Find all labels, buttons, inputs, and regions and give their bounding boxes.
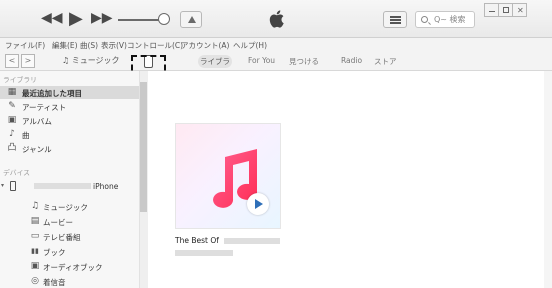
sidebar-item-genres[interactable]: 凸 ジャンル [0,142,139,155]
forward-button[interactable]: > [21,54,35,68]
sidebar-item-label: ジャンル [22,145,52,154]
library-section-header: ライブラリ [3,76,37,84]
redacted-artist-name [175,250,233,256]
volume-slider-track[interactable] [118,19,162,21]
menu-edit[interactable]: 編集(E) [52,40,78,51]
sidebar-item-albums[interactable]: ▣ アルバム [0,114,139,127]
sidebar: ライブラリ ▦ 最近追加した項目 ✎ アーティスト ▣ アルバム ♪ 曲 凸 ジ… [0,71,139,288]
menu-help[interactable]: ヘルプ(H) [233,40,267,51]
tv-icon: ▭ [30,231,40,241]
menu-account[interactable]: アカウント(A) [181,40,229,51]
apple-logo [269,10,284,28]
back-button[interactable]: < [5,54,19,68]
airplay-icon[interactable] [180,11,202,28]
menu-song[interactable]: 曲(S) [80,40,98,51]
redacted-album-title [224,238,280,244]
list-icon[interactable] [383,11,407,28]
fast-forward-icon[interactable]: ▶▶ [91,10,113,26]
player-bar: ◀◀ ▶ ▶▶ Q~ 検索 ✕ [0,0,552,38]
rewind-icon[interactable]: ◀◀ [41,10,63,26]
devices-section-header: デバイス [3,169,30,177]
volume-slider-knob[interactable] [158,13,170,25]
sidebar-item-label: 最近追加した項目 [22,89,82,98]
menu-view[interactable]: 表示(V) [101,40,127,51]
disclosure-triangle-icon[interactable]: ▾ [1,182,4,189]
album-artwork[interactable] [175,123,281,229]
tab-for-you[interactable]: For You [248,56,275,65]
sidebar-item-label: アーティスト [22,103,67,112]
album-title[interactable]: The Best Of [175,236,219,245]
sidebar-item-label: 着信音 [43,278,66,287]
sidebar-device-music[interactable]: ♫ ミュージック [0,200,139,213]
sidebar-item-artists[interactable]: ✎ アーティスト [0,100,139,113]
sidebar-item-label: アルバム [22,117,52,126]
search-icon [421,16,428,23]
menu-file[interactable]: ファイル(F) [5,40,45,51]
movie-icon: ▤ [30,216,40,226]
sidebar-item-label: テレビ番組 [43,233,81,242]
recently-added-icon: ▦ [7,87,17,97]
album-icon: ▣ [7,115,17,125]
navigation-bar: < > ♫ ミュージック ライブラリ For You 見つける Radio スト… [0,52,552,79]
sidebar-device-books[interactable]: ▮▮ ブック [0,245,139,258]
media-kind-selector[interactable]: ♫ ミュージック [62,55,120,66]
artist-icon: ✎ [8,101,16,111]
tab-store[interactable]: ストア [374,56,397,67]
menu-controls[interactable]: コントロール(C) [127,40,183,51]
minimize-button[interactable] [484,3,499,17]
sidebar-item-recently-added[interactable]: ▦ 最近追加した項目 [0,86,139,99]
sidebar-device-tv-shows[interactable]: ▭ テレビ番組 [0,230,139,243]
genre-icon: 凸 [7,143,17,153]
sidebar-item-label: ムービー [43,218,73,227]
sidebar-item-label: オーディオブック [43,263,103,272]
tab-library[interactable]: ライブラリ [198,55,232,79]
book-icon: ▮▮ [31,247,39,255]
maximize-button[interactable] [498,3,513,17]
tab-browse[interactable]: 見つける [289,56,319,67]
menu-bar: ファイル(F) 編集(E) 曲(S) 表示(V) コントロール(C) アカウント… [0,38,552,52]
tab-radio[interactable]: Radio [341,56,362,65]
play-icon[interactable]: ▶ [69,8,83,29]
song-icon: ♪ [9,129,15,139]
sidebar-device-movies[interactable]: ▤ ムービー [0,215,139,228]
iphone-icon [10,181,16,191]
sidebar-device-tones[interactable]: ◎ 着信音 [0,275,139,288]
redacted-device-name [34,183,91,189]
audiobook-icon: ▣ [30,261,40,271]
search-placeholder: Q~ 検索 [434,15,466,24]
music-icon: ♫ [30,201,40,211]
close-button[interactable]: ✕ [512,3,527,17]
search-input[interactable]: Q~ 検索 [415,11,475,28]
play-album-button[interactable] [247,193,269,215]
sidebar-item-label: ブック [43,248,66,257]
main-scrollbar[interactable] [544,71,552,288]
sidebar-item-songs[interactable]: ♪ 曲 [0,128,139,141]
sidebar-scrollbar-thumb[interactable] [140,82,147,212]
sidebar-item-label: ミュージック [43,203,88,212]
sidebar-device-iphone[interactable]: ▾ iPhone [0,180,139,193]
ringtone-icon: ◎ [31,276,39,286]
sidebar-device-audiobooks[interactable]: ▣ オーディオブック [0,260,139,273]
album-title-text: The Best Of [175,236,219,245]
sidebar-item-label: 曲 [22,131,30,140]
device-name: iPhone [93,182,119,191]
